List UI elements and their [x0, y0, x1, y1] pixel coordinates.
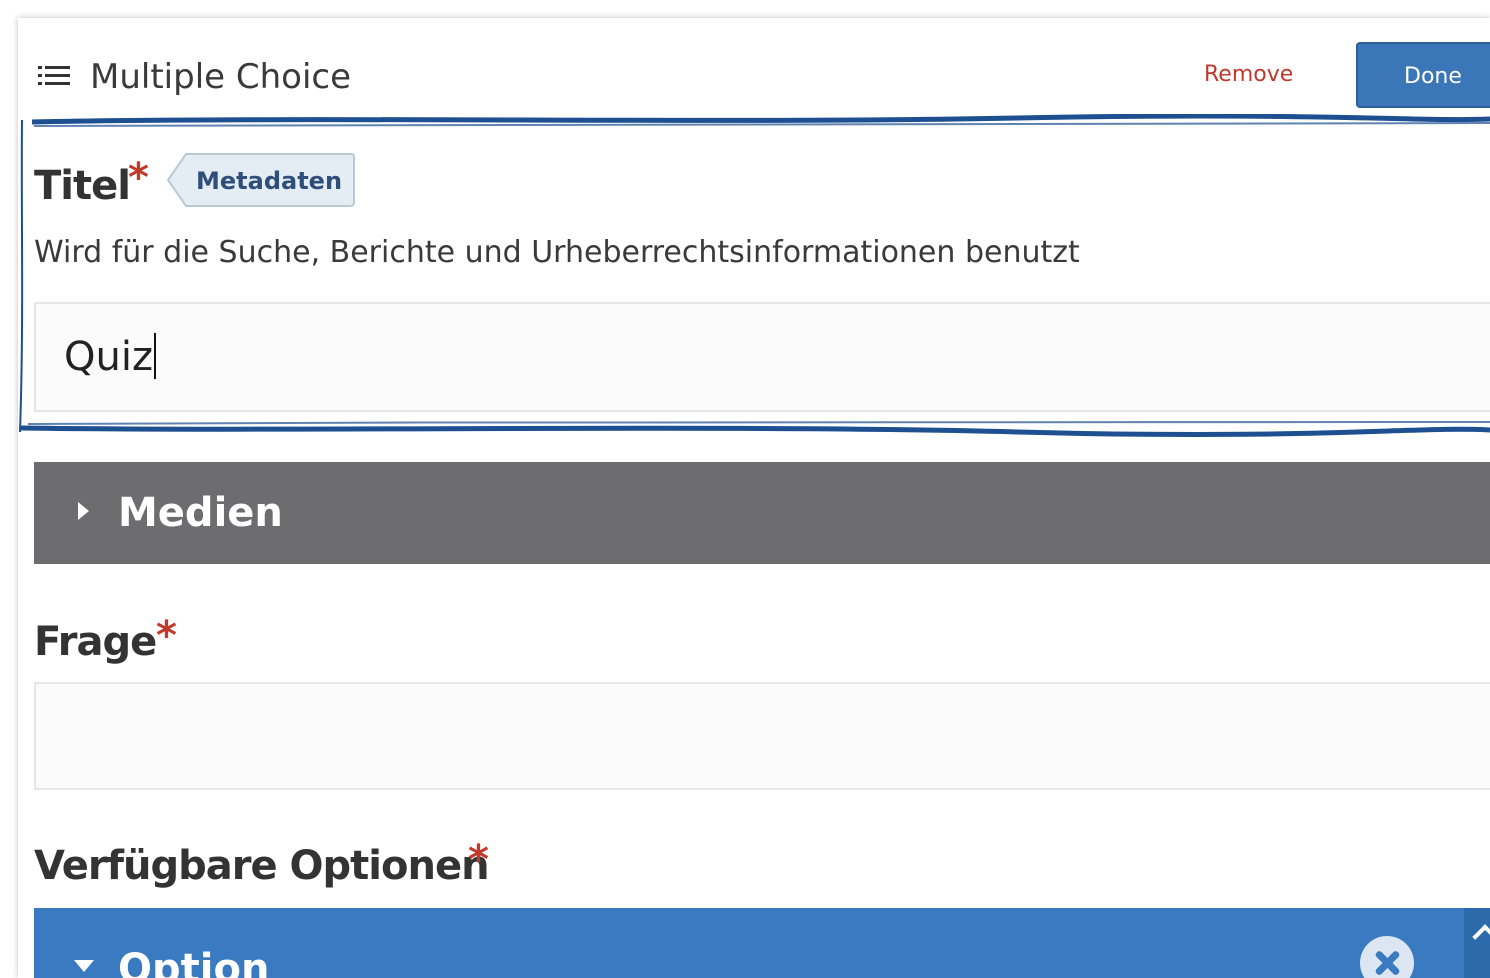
title-input[interactable]: Quiz: [34, 302, 1490, 412]
editor-header: Multiple Choice Remove Done: [18, 18, 1490, 120]
caret-right-icon: [78, 502, 89, 520]
media-section-label: Medien: [118, 490, 283, 536]
option-item-header[interactable]: Option: [34, 908, 1490, 978]
multiple-choice-editor-panel: Multiple Choice Remove Done Titel * Meta…: [18, 18, 1490, 978]
title-label: Titel: [34, 163, 131, 209]
done-button[interactable]: Done: [1356, 42, 1490, 108]
options-label: Verfügbare Optionen: [34, 843, 490, 889]
option-label: Option: [118, 946, 270, 978]
media-section-toggle[interactable]: Medien: [34, 462, 1490, 564]
move-up-button[interactable]: [1464, 908, 1490, 978]
question-required-mark: *: [156, 613, 177, 659]
close-circle-icon[interactable]: [1360, 936, 1414, 978]
question-input[interactable]: [34, 682, 1490, 790]
question-label: Frage: [34, 619, 157, 665]
title-input-value: Quiz: [64, 334, 153, 380]
chevron-up-icon: [1472, 924, 1490, 950]
list-icon: [38, 66, 70, 85]
title-description: Wird für die Suche, Berichte und Urheber…: [34, 235, 1080, 270]
title-required-mark: *: [128, 155, 149, 201]
remove-button[interactable]: Remove: [1198, 60, 1299, 90]
text-cursor: [153, 333, 156, 379]
editor-title: Multiple Choice: [90, 57, 352, 97]
caret-down-icon: [74, 960, 94, 972]
metadata-tag[interactable]: Metadaten: [196, 166, 342, 196]
options-required-mark: *: [468, 837, 489, 883]
